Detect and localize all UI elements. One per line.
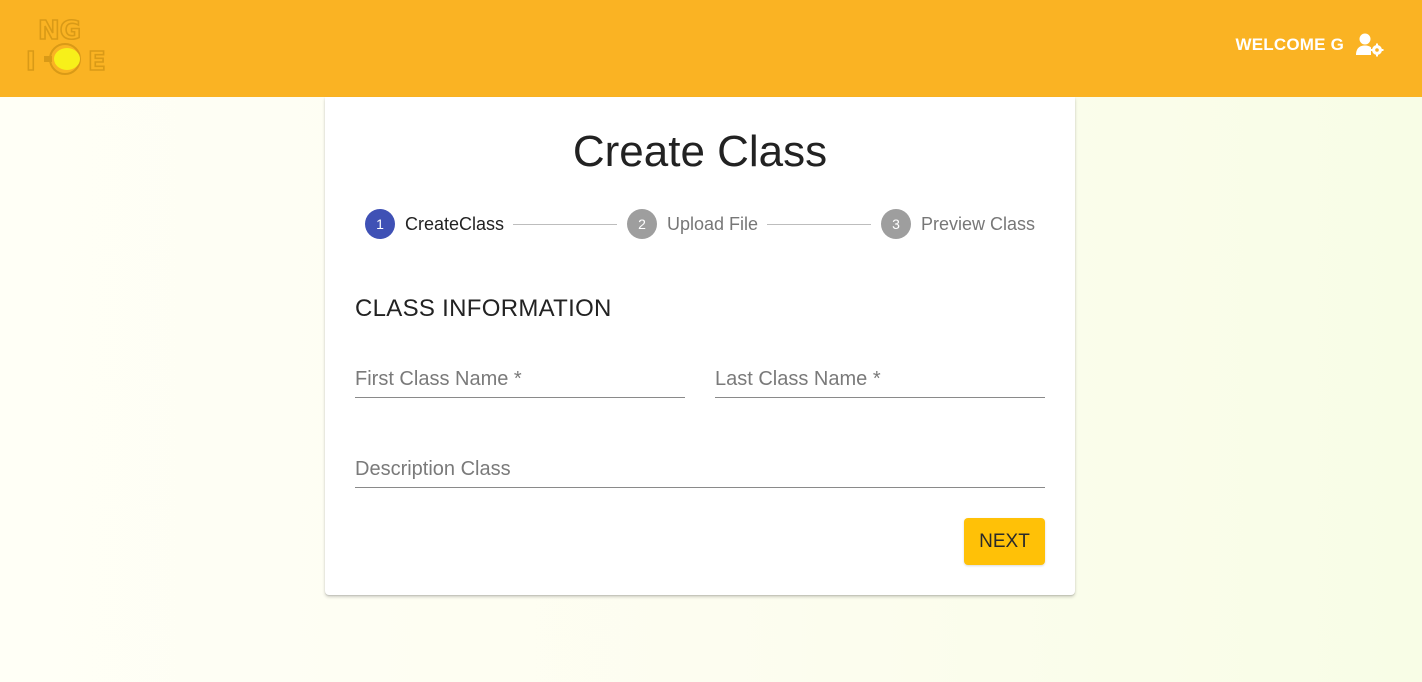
section-title: CLASS INFORMATION (355, 295, 612, 322)
first-class-name-field (355, 361, 685, 398)
step-label: Preview Class (921, 213, 1036, 234)
step-connector (767, 224, 871, 225)
stepper: 1 CreateClass 2 Upload File 3 Preview Cl… (325, 208, 1075, 240)
step-upload-file[interactable]: 2 Upload File (627, 208, 758, 240)
step-label: CreateClass (405, 213, 505, 234)
logo-letters-top: NG (38, 16, 81, 46)
lightbulb-logo-icon: NG I E (25, 15, 106, 78)
page-title: Create Class (572, 127, 828, 176)
top-app-bar: NG I E WELCOME G (0, 0, 1422, 97)
step-number: 1 (365, 209, 395, 239)
step-label: Upload File (667, 213, 759, 234)
step-connector (513, 224, 617, 225)
app-logo[interactable]: NG I E (24, 14, 114, 78)
step-preview-class[interactable]: 3 Preview Class (881, 208, 1035, 240)
logo-letter-right: E (88, 47, 106, 76)
first-class-name-input[interactable] (355, 361, 685, 397)
description-class-input[interactable] (355, 451, 1045, 487)
welcome-user-menu[interactable]: WELCOME G (1235, 33, 1384, 57)
welcome-text: WELCOME G (1235, 35, 1344, 54)
last-class-name-input[interactable] (715, 361, 1045, 397)
logo-letter-left: I (26, 47, 36, 76)
step-number: 3 (881, 209, 911, 239)
step-number: 2 (627, 209, 657, 239)
next-button[interactable]: NEXT (964, 518, 1045, 565)
user-gear-icon[interactable] (1356, 33, 1384, 57)
last-class-name-field (715, 361, 1045, 398)
description-class-field (355, 451, 1045, 488)
create-class-card: Create Class 1 CreateClass 2 Upload File… (325, 97, 1075, 595)
step-create-class[interactable]: 1 CreateClass (365, 208, 504, 240)
